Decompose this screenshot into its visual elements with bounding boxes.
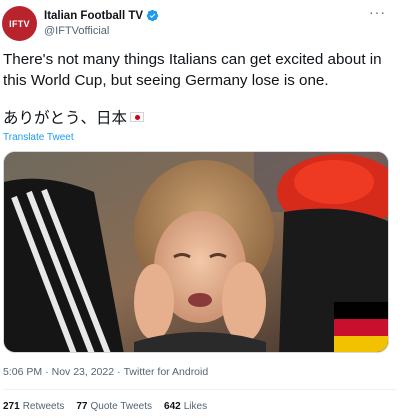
retweets-stat[interactable]: 271 Retweets: [3, 401, 64, 412]
likes-label: Likes: [183, 401, 208, 412]
quote-tweets-label: Quote Tweets: [90, 401, 153, 412]
tweet-card: IFTV Italian Football TV @IFTVofficial ·…: [0, 0, 400, 420]
quote-tweets-stat[interactable]: 77 Quote Tweets: [76, 401, 152, 412]
tweet-stats: 271 Retweets 77 Quote Tweets 642 Likes: [3, 401, 219, 412]
tweet-japanese-text: ありがとう、日本: [3, 110, 128, 127]
tweet-text: There's not many things Italians can get…: [3, 51, 382, 89]
separator: ·: [45, 366, 49, 378]
avatar[interactable]: IFTV: [2, 6, 37, 41]
retweets-label: Retweets: [22, 401, 65, 412]
more-options-icon[interactable]: ···: [369, 4, 386, 20]
likes-stat[interactable]: 642 Likes: [164, 401, 207, 412]
tweet-date[interactable]: Nov 23, 2022: [52, 366, 114, 378]
tweet-source: Twitter for Android: [123, 366, 209, 378]
tweet-time[interactable]: 5:06 PM: [3, 366, 42, 378]
tweet-media-image[interactable]: [3, 151, 389, 353]
japan-flag-icon: [130, 112, 145, 122]
separator: ·: [117, 366, 121, 378]
tweet-metadata: 5:06 PM · Nov 23, 2022 · Twitter for And…: [3, 366, 208, 378]
retweets-count: 271: [3, 401, 20, 412]
avatar-text: IFTV: [9, 18, 30, 29]
translate-tweet-link[interactable]: Translate Tweet: [3, 132, 74, 143]
author-name-row: Italian Football TV: [44, 9, 159, 22]
media-photo-illustration: [4, 152, 388, 352]
likes-count: 642: [164, 401, 181, 412]
quote-tweets-count: 77: [76, 401, 88, 412]
verified-badge-icon: [146, 9, 159, 22]
author-display-name[interactable]: Italian Football TV: [44, 10, 143, 22]
divider: [3, 389, 397, 390]
author-handle[interactable]: @IFTVofficial: [44, 25, 109, 37]
tweet-japanese-line: ありがとう、日本: [3, 106, 145, 128]
